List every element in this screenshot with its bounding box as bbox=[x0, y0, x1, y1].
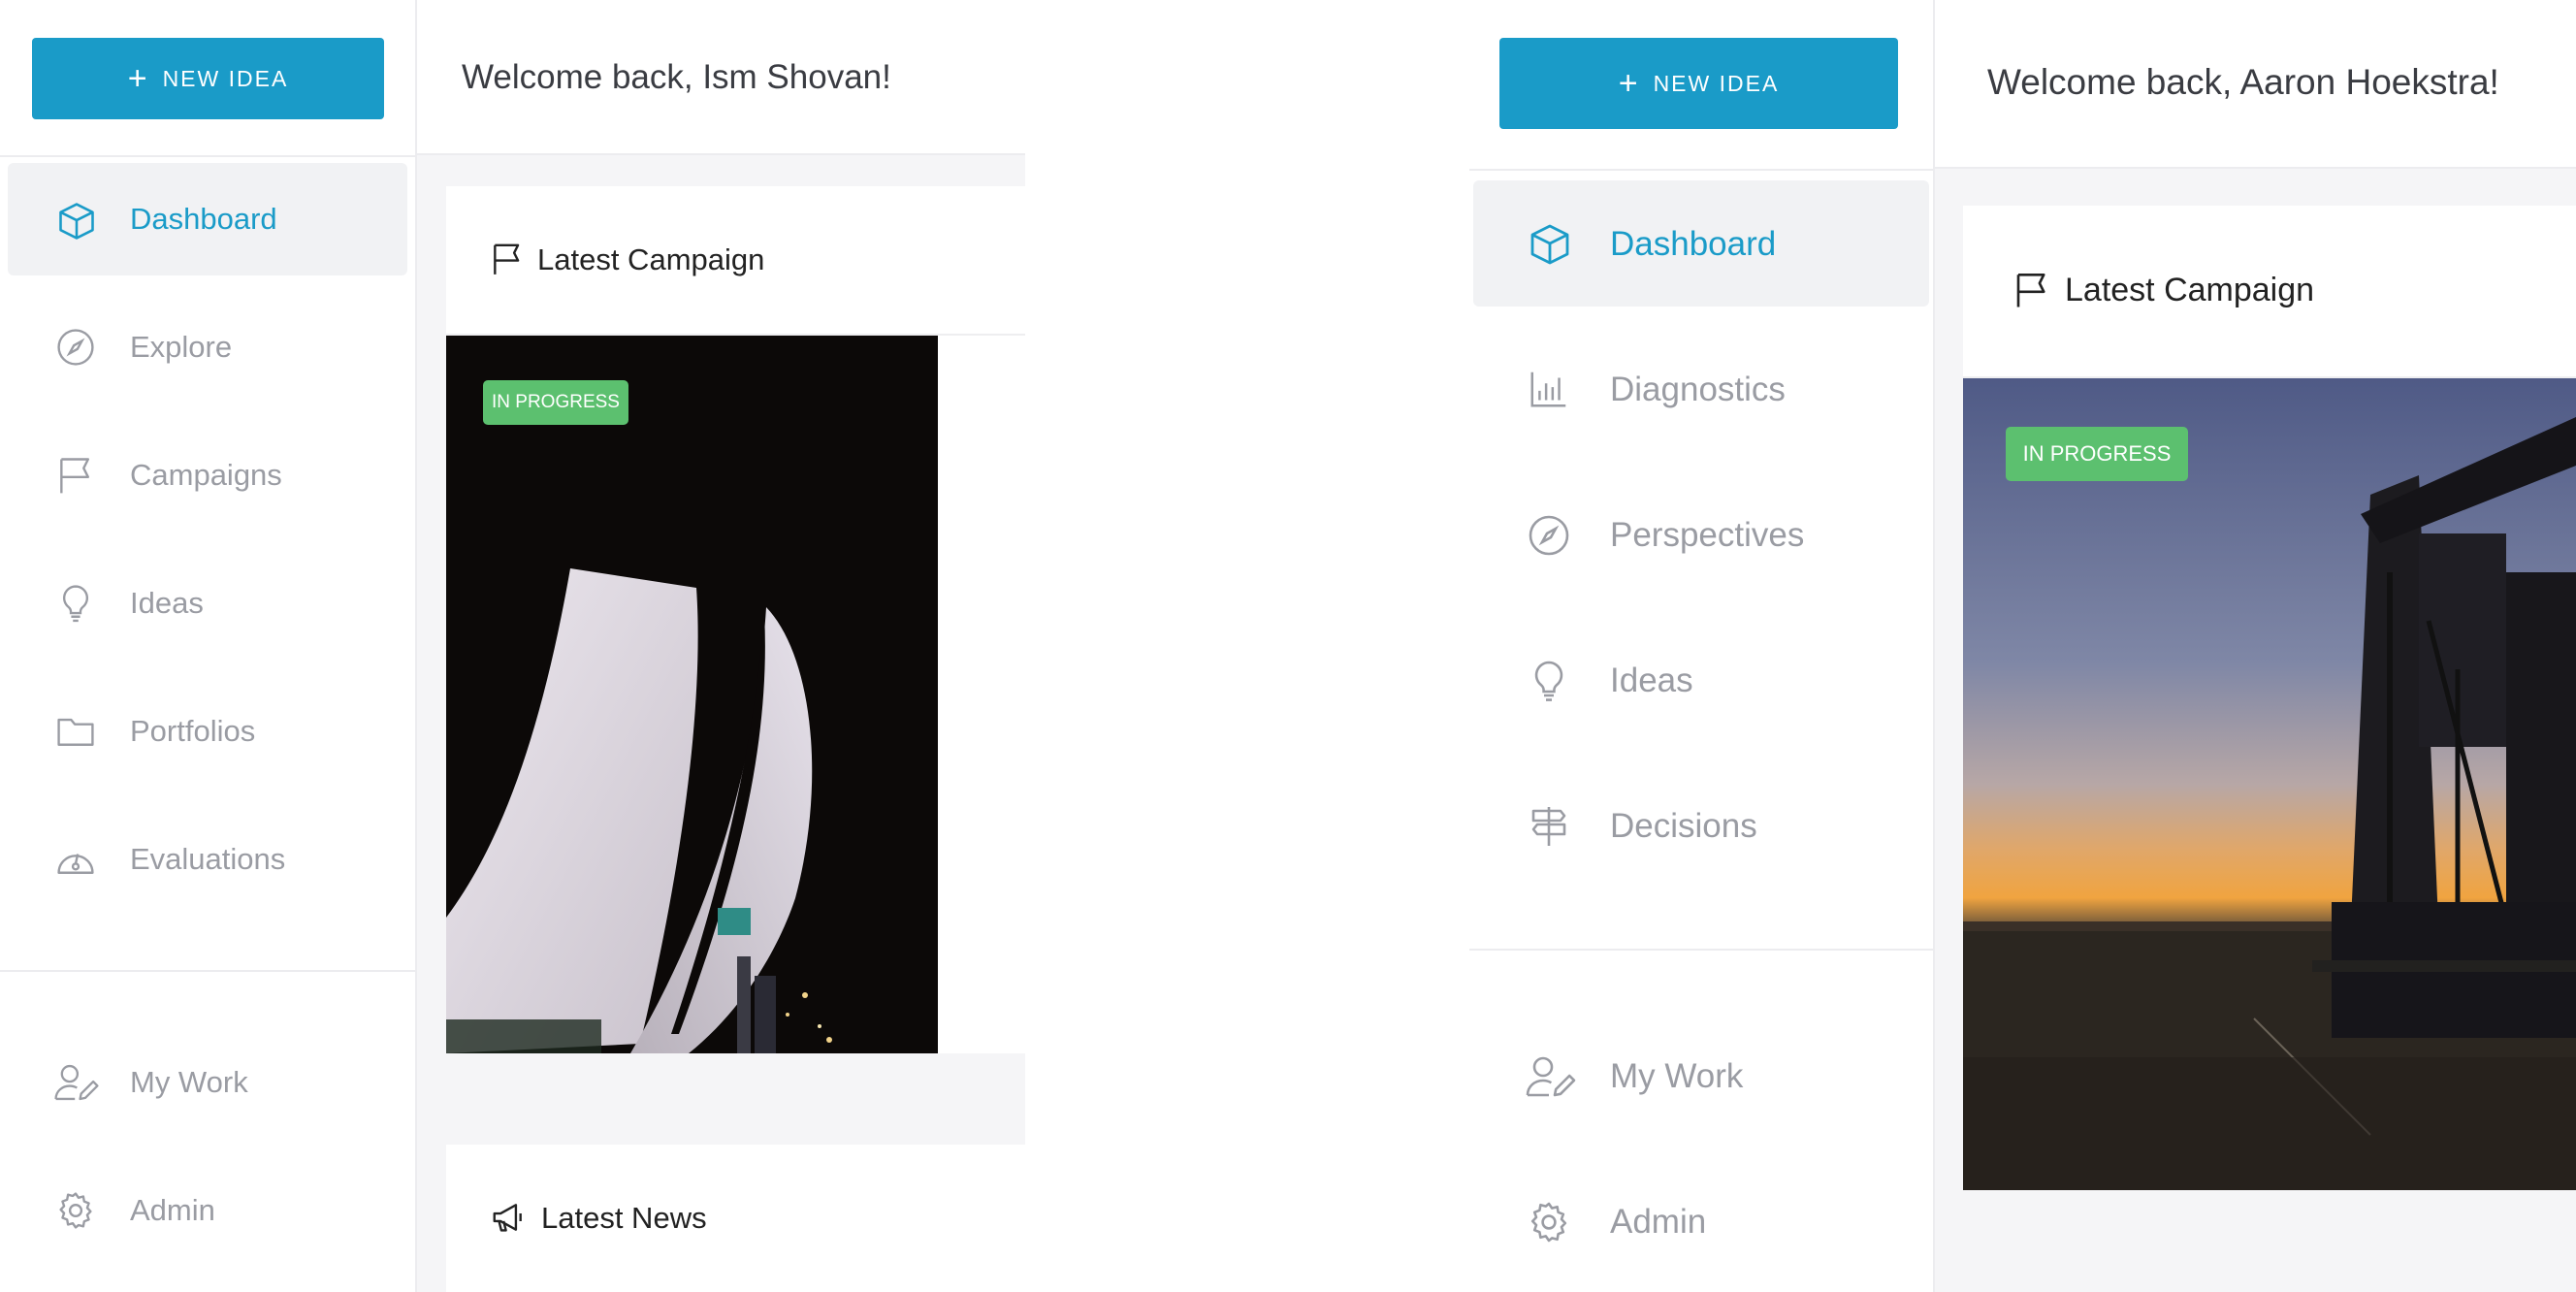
new-idea-button[interactable]: + NEW IDEA bbox=[32, 38, 384, 119]
flag-icon bbox=[489, 241, 526, 282]
card-header: Latest News bbox=[446, 1145, 1025, 1292]
sidebar-item-label: My Work bbox=[1610, 1057, 1744, 1095]
sidebar-item-dashboard[interactable]: Dashboard bbox=[1473, 180, 1929, 307]
latest-campaign-card: Latest Campaign IN PROGRESS bbox=[1963, 206, 2576, 1190]
status-badge: IN PROGRESS bbox=[2006, 427, 2188, 481]
divider bbox=[0, 970, 415, 972]
flag-icon bbox=[2012, 270, 2052, 315]
sidebar-item-label: Campaigns bbox=[130, 458, 282, 492]
sidebar-item-admin[interactable]: Admin bbox=[8, 1154, 407, 1267]
divider bbox=[1469, 169, 1933, 171]
lightbulb-icon bbox=[1526, 658, 1572, 704]
sidebar-item-dashboard[interactable]: Dashboard bbox=[8, 163, 407, 275]
gear-icon bbox=[54, 1189, 97, 1232]
bar-chart-icon bbox=[1526, 367, 1572, 411]
sidebar-item-label: Ideas bbox=[1610, 662, 1693, 699]
card-header: Latest Campaign bbox=[446, 186, 1025, 336]
megaphone-icon bbox=[489, 1199, 528, 1241]
sidebar-item-ideas[interactable]: Ideas bbox=[1473, 617, 1929, 743]
sidebar-item-my-work[interactable]: My Work bbox=[8, 1026, 407, 1139]
latest-campaign-card: Latest Campaign IN PROGRESS bbox=[446, 186, 1025, 1053]
latest-news-card: Latest News bbox=[446, 1145, 1025, 1292]
sidebar-item-label: Admin bbox=[130, 1193, 215, 1227]
user-pen-icon bbox=[52, 1061, 101, 1104]
compass-icon bbox=[54, 326, 97, 369]
sidebar-item-ideas[interactable]: Ideas bbox=[8, 547, 407, 660]
divider bbox=[1469, 949, 1933, 951]
sidebar-item-evaluations[interactable]: Evaluations bbox=[8, 803, 407, 916]
gear-icon bbox=[1526, 1199, 1572, 1245]
welcome-message: Welcome back, Aaron Hoekstra! bbox=[1987, 62, 2499, 102]
sidebar-item-explore[interactable]: Explore bbox=[8, 291, 407, 404]
plus-icon: + bbox=[1618, 65, 1640, 102]
folder-icon bbox=[54, 710, 97, 753]
sidebar-item-label: Perspectives bbox=[1610, 516, 1805, 554]
sidebar-item-perspectives[interactable]: Perspectives bbox=[1473, 471, 1929, 598]
flag-icon bbox=[54, 454, 97, 497]
sidebar-item-label: My Work bbox=[130, 1065, 248, 1099]
sidebar-item-my-work[interactable]: My Work bbox=[1473, 1013, 1929, 1139]
card-header: Latest Campaign bbox=[1963, 206, 2576, 378]
sidebar: + NEW IDEA Dashboard Explore Campaigns I… bbox=[0, 0, 417, 1292]
new-idea-label: NEW IDEA bbox=[162, 65, 289, 91]
sidebar-item-label: Evaluations bbox=[130, 842, 286, 876]
sidebar-item-label: Portfolios bbox=[130, 714, 256, 748]
user-pen-icon bbox=[1524, 1053, 1578, 1100]
sidebar-item-portfolios[interactable]: Portfolios bbox=[8, 675, 407, 788]
sidebar-item-decisions[interactable]: Decisions bbox=[1473, 762, 1929, 888]
sidebar-item-label: Ideas bbox=[130, 586, 204, 620]
top-bar: Welcome back, Ism Shovan! bbox=[417, 0, 1025, 155]
status-badge: IN PROGRESS bbox=[483, 380, 628, 425]
sidebar-item-diagnostics[interactable]: Diagnostics bbox=[1473, 326, 1929, 452]
plus-icon: + bbox=[127, 60, 149, 97]
sidebar-item-label: Admin bbox=[1610, 1203, 1707, 1241]
cube-icon bbox=[1526, 221, 1574, 268]
sidebar-item-label: Decisions bbox=[1610, 807, 1757, 845]
gauge-icon bbox=[54, 838, 97, 881]
divider bbox=[0, 155, 415, 157]
card-title: Latest Campaign bbox=[537, 242, 765, 276]
new-idea-button[interactable]: + NEW IDEA bbox=[1499, 38, 1898, 129]
sidebar-item-label: Diagnostics bbox=[1610, 371, 1786, 408]
app-window-left: + NEW IDEA Dashboard Explore Campaigns I… bbox=[0, 0, 1025, 1292]
new-idea-label: NEW IDEA bbox=[1653, 70, 1780, 96]
cube-icon bbox=[54, 200, 99, 242]
sidebar-item-admin[interactable]: Admin bbox=[1473, 1158, 1929, 1284]
app-window-right: + NEW IDEA Dashboard Diagnostics Perspec… bbox=[1469, 0, 2576, 1292]
welcome-message: Welcome back, Ism Shovan! bbox=[462, 58, 891, 96]
sidebar-item-campaigns[interactable]: Campaigns bbox=[8, 419, 407, 532]
sidebar: + NEW IDEA Dashboard Diagnostics Perspec… bbox=[1469, 0, 1935, 1292]
signpost-icon bbox=[1526, 803, 1572, 850]
campaign-image[interactable]: IN PROGRESS bbox=[1963, 378, 2576, 1190]
compass-icon bbox=[1526, 512, 1572, 559]
top-bar: Welcome back, Aaron Hoekstra! bbox=[1935, 0, 2576, 169]
campaign-image[interactable]: IN PROGRESS bbox=[446, 336, 938, 1053]
sidebar-item-label: Dashboard bbox=[1610, 225, 1777, 263]
card-title: Latest Campaign bbox=[2065, 272, 2315, 308]
lightbulb-icon bbox=[54, 582, 97, 625]
sidebar-item-label: Dashboard bbox=[130, 202, 277, 236]
sidebar-item-label: Explore bbox=[130, 330, 233, 364]
card-title: Latest News bbox=[541, 1201, 707, 1235]
